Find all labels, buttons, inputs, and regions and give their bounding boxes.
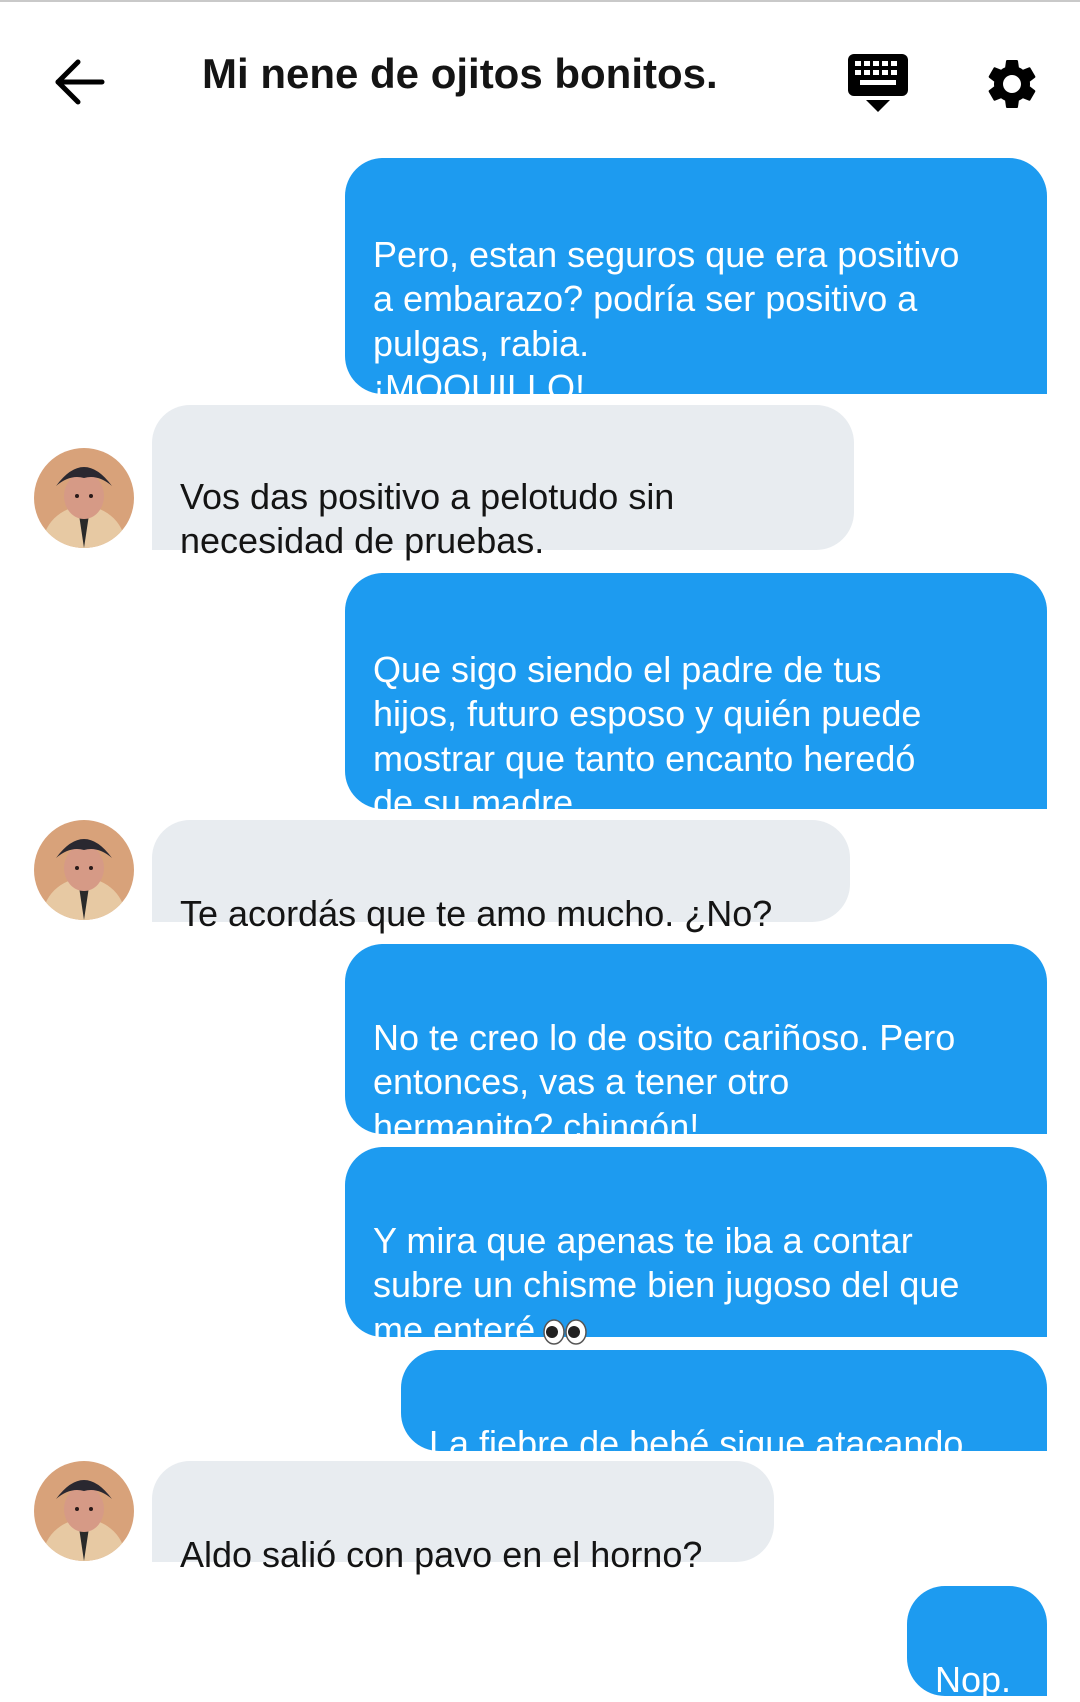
- message-bubble-outgoing[interactable]: Que sigo siendo el padre de tus hijos, f…: [345, 573, 1047, 823]
- message-text: Te acordás que te amo mucho. ¿No?: [180, 892, 773, 934]
- message-text: Y mira que apenas te iba a contar subre …: [373, 1219, 960, 1350]
- contact-avatar[interactable]: [34, 1461, 134, 1561]
- message-text: Aldo salió con pavo en el horno?: [180, 1533, 703, 1575]
- settings-button[interactable]: [982, 54, 1042, 114]
- message-text: Vos das positivo a pelotudo sin necesida…: [180, 475, 675, 562]
- message-bubble-outgoing[interactable]: Pero, estan seguros que era positivo a e…: [345, 158, 1047, 408]
- message-bubble-outgoing[interactable]: La fiebre de bebé sigue atacando.: [401, 1350, 1047, 1464]
- message-bubble-incoming[interactable]: Vos das positivo a pelotudo sin necesida…: [152, 405, 854, 561]
- message-bubble-incoming[interactable]: Aldo salió con pavo en el horno?: [152, 1461, 774, 1575]
- message-text: Nop.: [935, 1658, 1012, 1700]
- conversation-title: Mi nene de ojitos bonitos.: [202, 50, 718, 97]
- keyboard-icon: [848, 54, 908, 112]
- message-bubble-outgoing[interactable]: No te creo lo de osito cariñoso. Pero en…: [345, 944, 1047, 1147]
- message-bubble-incoming[interactable]: Te acordás que te amo mucho. ¿No?: [152, 820, 850, 934]
- contact-avatar[interactable]: [34, 820, 134, 920]
- message-text: No te creo lo de osito cariñoso. Pero en…: [373, 1016, 956, 1147]
- chat-header: Mi nene de ojitos bonitos.: [0, 2, 1080, 152]
- gear-icon: [988, 59, 1036, 108]
- message-text: Que sigo siendo el padre de tus hijos, f…: [373, 648, 922, 824]
- message-bubble-outgoing[interactable]: Y mira que apenas te iba a contar subre …: [345, 1147, 1047, 1350]
- arrow-left-icon: [55, 59, 105, 105]
- keyboard-button[interactable]: [846, 52, 910, 114]
- message-bubble-outgoing[interactable]: Nop.: [907, 1586, 1047, 1700]
- back-button[interactable]: [50, 52, 110, 112]
- message-text: Pero, estan seguros que era positivo a e…: [373, 233, 960, 409]
- contact-avatar[interactable]: [34, 448, 134, 548]
- message-text: La fiebre de bebé sigue atacando.: [429, 1422, 974, 1464]
